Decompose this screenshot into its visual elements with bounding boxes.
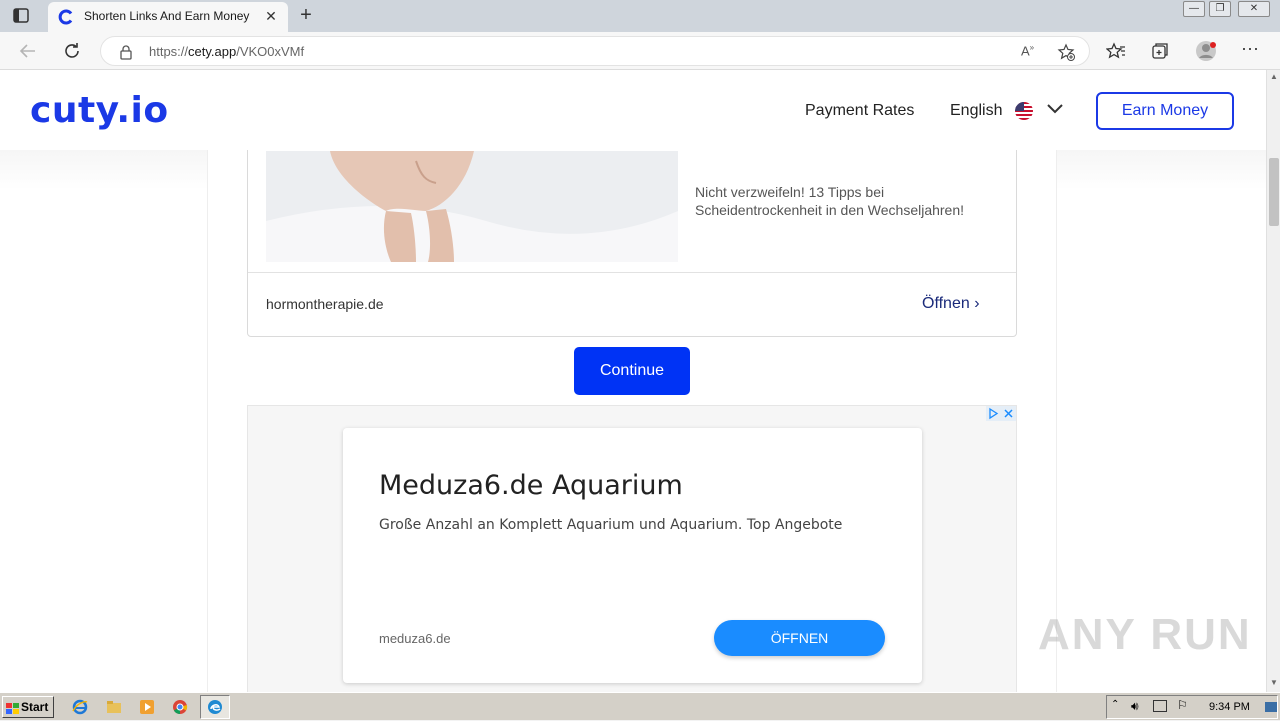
ad-card[interactable]: Meduza6.de Aquarium Große Anzahl an Komp… (343, 428, 922, 683)
scroll-up-arrow-icon[interactable]: ▲ (1267, 72, 1280, 82)
ad-image[interactable] (266, 151, 678, 262)
minimize-icon[interactable]: — (1183, 1, 1205, 17)
site-header: cuty.io Payment Rates English Earn Money (0, 70, 1266, 150)
add-favorite-icon[interactable] (1057, 43, 1075, 61)
volume-icon[interactable]: 🔊︎ (1131, 699, 1139, 714)
chevron-down-icon[interactable] (1046, 102, 1064, 116)
scroll-thumb[interactable] (1269, 158, 1279, 226)
network-icon[interactable] (1153, 700, 1167, 712)
start-button[interactable]: Start (2, 696, 54, 718)
anyrun-watermark: ANY RUN (1038, 610, 1252, 659)
left-margin (0, 150, 207, 692)
windows-logo-icon (6, 701, 19, 714)
cuty-favicon-icon (58, 9, 74, 25)
language-selector[interactable]: English (950, 102, 1002, 120)
chrome-icon[interactable] (172, 699, 188, 715)
close-tab-icon[interactable]: ✕ (262, 7, 280, 25)
address-bar[interactable]: https://cety.app/VKO0xVMf A» (100, 36, 1090, 66)
us-flag-icon[interactable] (1015, 102, 1033, 120)
windows-taskbar: Start ⌃ 🔊︎ ⚐ 9:34 PM (0, 692, 1280, 720)
url-path: /VKO0xVMf (236, 44, 305, 59)
browser-tab[interactable]: Shorten Links And Earn Money | c ✕ (48, 2, 288, 32)
continue-button[interactable]: Continue (574, 347, 690, 395)
tray-expand-icon[interactable]: ⌃ (1111, 699, 1119, 710)
system-tray: ⌃ 🔊︎ ⚐ 9:34 PM (1106, 695, 1278, 719)
back-icon[interactable] (17, 40, 39, 62)
ad-domain: hormontherapie.de (266, 296, 384, 312)
close-window-icon[interactable]: ✕ (1238, 1, 1270, 17)
collections-icon[interactable] (1150, 41, 1170, 61)
read-aloud-icon[interactable]: A» (1021, 43, 1039, 61)
taskbar-clock[interactable]: 9:34 PM (1209, 701, 1250, 713)
page-scrollbar[interactable]: ▲ ▼ (1266, 70, 1280, 692)
media-player-icon[interactable] (139, 699, 155, 715)
ad-divider (248, 272, 1016, 273)
adchoices-icon[interactable] (986, 406, 1016, 421)
more-options-icon[interactable]: ··· (1241, 39, 1261, 61)
site-logo[interactable]: cuty.io (30, 90, 169, 131)
display-ad[interactable]: Meduza6.de Aquarium Große Anzahl an Komp… (247, 405, 1017, 692)
edge-icon (207, 699, 223, 715)
action-center-flag-icon[interactable]: ⚐ (1177, 698, 1188, 712)
new-tab-button[interactable]: + (296, 5, 316, 25)
lock-icon[interactable] (119, 44, 133, 60)
native-ad-card[interactable]: Nicht verzweifeln! 13 Tipps bei Scheiden… (247, 120, 1017, 337)
url-text[interactable]: https://cety.app/VKO0xVMf (149, 44, 304, 59)
file-explorer-icon[interactable] (106, 699, 122, 715)
nav-payment-rates[interactable]: Payment Rates (805, 102, 914, 120)
restore-icon[interactable]: ❐ (1209, 1, 1231, 17)
internet-explorer-icon[interactable] (72, 699, 88, 715)
url-prefix: https:// (149, 44, 189, 59)
url-host: cety.app (188, 44, 237, 59)
tab-actions-icon[interactable] (12, 7, 32, 25)
ad-open-button[interactable]: ÖFFNEN (714, 620, 885, 656)
earn-money-button[interactable]: Earn Money (1096, 92, 1234, 130)
ad-domain: meduza6.de (379, 631, 451, 646)
ad-headline[interactable]: Nicht verzweifeln! 13 Tipps bei Scheiden… (695, 183, 1005, 219)
tab-title: Shorten Links And Earn Money | c (84, 9, 252, 23)
favorites-icon[interactable] (1105, 41, 1126, 61)
start-label: Start (21, 700, 49, 714)
ad-description: Große Anzahl an Komplett Aquarium und Aq… (379, 517, 843, 533)
browser-tab-strip: Shorten Links And Earn Money | c ✕ + — ❐… (0, 0, 1280, 32)
scroll-down-arrow-icon[interactable]: ▼ (1267, 678, 1280, 688)
profile-avatar-icon[interactable] (1195, 39, 1219, 63)
refresh-icon[interactable] (61, 40, 83, 62)
taskbar-edge-button[interactable] (200, 695, 230, 719)
web-page: Nicht verzweifeln! 13 Tipps bei Scheiden… (0, 70, 1266, 692)
ad-open-link[interactable]: Öffnen › (922, 295, 980, 313)
browser-toolbar: https://cety.app/VKO0xVMf A» ··· (0, 32, 1280, 70)
ad-title[interactable]: Meduza6.de Aquarium (379, 470, 683, 501)
show-desktop-icon[interactable] (1265, 702, 1277, 712)
